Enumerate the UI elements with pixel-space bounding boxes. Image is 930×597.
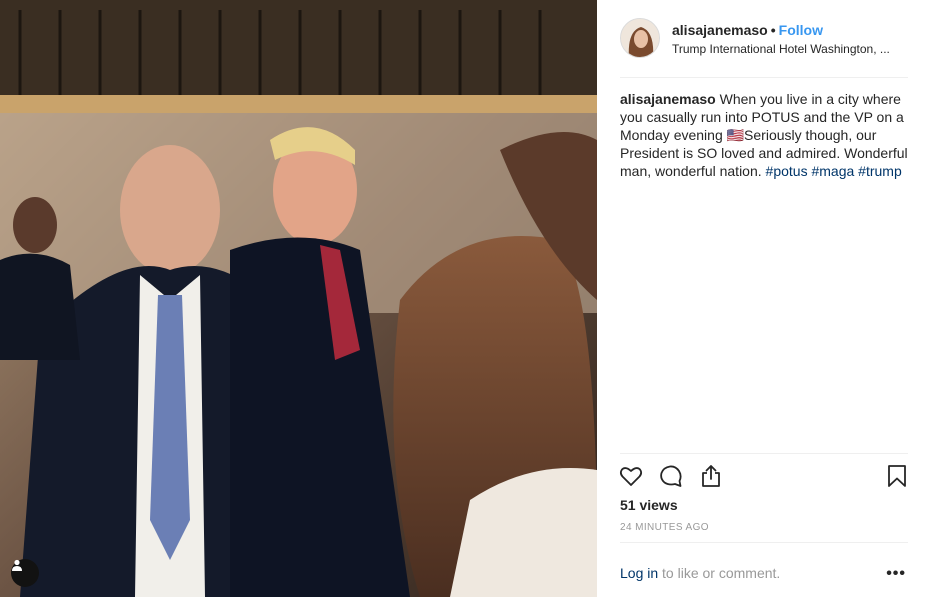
login-suffix: to like or comment. [658,565,781,581]
hashtag-link[interactable]: #trump [858,163,902,179]
follow-button[interactable]: Follow [779,22,823,38]
view-count[interactable]: 51 views [620,497,678,513]
bookmark-icon [888,465,906,487]
more-options-button[interactable]: ••• [886,565,906,583]
user-tag-button[interactable] [11,559,39,587]
location-link[interactable]: Trump International Hotel Washington, ..… [672,42,908,56]
hashtag-link[interactable]: #potus [766,163,808,179]
share-button[interactable] [698,463,724,489]
comment-icon [660,465,682,487]
post-timestamp[interactable]: 24 MINUTES AGO [620,522,709,533]
comment-button[interactable] [658,463,684,489]
hashtag-list: #potus #maga #trump [766,163,902,179]
login-link[interactable]: Log in [620,565,658,581]
user-icon [12,559,22,571]
comment-bar: Log in to like or comment. ••• [620,542,908,597]
video-frame [0,0,597,597]
post-header: alisajanemaso • Follow Trump International… [620,16,908,78]
post-caption: alisajanemaso When you live in a city wh… [620,90,908,180]
like-button[interactable] [618,463,644,489]
separator-dot: • [770,22,776,38]
share-icon [702,465,720,487]
caption-username[interactable]: alisajanemaso [620,91,716,107]
avatar[interactable] [620,18,660,58]
post-media[interactable] [0,0,597,597]
hashtag-link[interactable]: #maga [811,163,854,179]
username-line: alisajanemaso • Follow [672,22,823,38]
heart-icon [619,467,643,486]
save-button[interactable] [884,463,910,489]
avatar-image [621,19,659,57]
post-details-panel: alisajanemaso • Follow Trump International… [597,0,930,597]
username-link[interactable]: alisajanemaso [672,22,768,38]
login-prompt: Log in to like or comment. [620,565,780,581]
action-bar [618,453,910,497]
